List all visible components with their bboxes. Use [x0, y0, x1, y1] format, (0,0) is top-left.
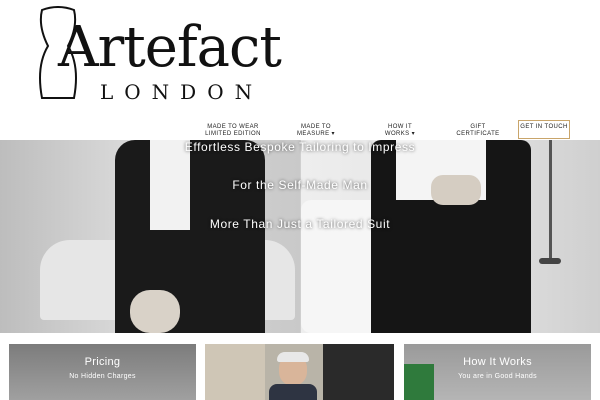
nav-made-to-measure[interactable]: MADE TO MEASURE ▾: [290, 124, 342, 138]
hero-banner: Effortless Bespoke Tailoring to Impress …: [0, 140, 600, 333]
how-it-works-card-title: How It Works: [463, 356, 532, 368]
pricing-card-title: Pricing: [84, 356, 121, 368]
pricing-card-subtitle: No Hidden Charges: [69, 373, 136, 380]
hero-headline: Effortless Bespoke Tailoring to Impress: [184, 140, 416, 154]
brand-name: Artefact: [58, 15, 282, 80]
brand-logo[interactable]: Artefact LONDON: [28, 6, 298, 104]
nav-how-it-works[interactable]: HOW IT WORKS ▾: [376, 124, 424, 138]
hero-photo-right: [301, 140, 600, 333]
brand-location: LONDON: [100, 80, 264, 104]
hero-photo-left: [0, 140, 300, 333]
how-it-works-card[interactable]: How It Works You are in Good Hands: [404, 344, 591, 400]
how-it-works-card-subtitle: You are in Good Hands: [458, 373, 537, 380]
hero-subtagline: More Than Just a Tailored Suit: [209, 217, 391, 231]
featured-card[interactable]: [205, 344, 394, 400]
nav-gift-certificate[interactable]: GIFT CERTIFICATE: [450, 124, 506, 138]
get-in-touch-button[interactable]: GET IN TOUCH: [518, 120, 570, 139]
hero-tagline: For the Self-Made Man: [232, 178, 368, 192]
pricing-card[interactable]: Pricing No Hidden Charges: [9, 344, 196, 400]
nav-made-to-wear[interactable]: MADE TO WEAR LIMITED EDITION: [202, 124, 264, 138]
site-header: Artefact LONDON MADE TO WEAR LIMITED EDI…: [0, 0, 600, 140]
